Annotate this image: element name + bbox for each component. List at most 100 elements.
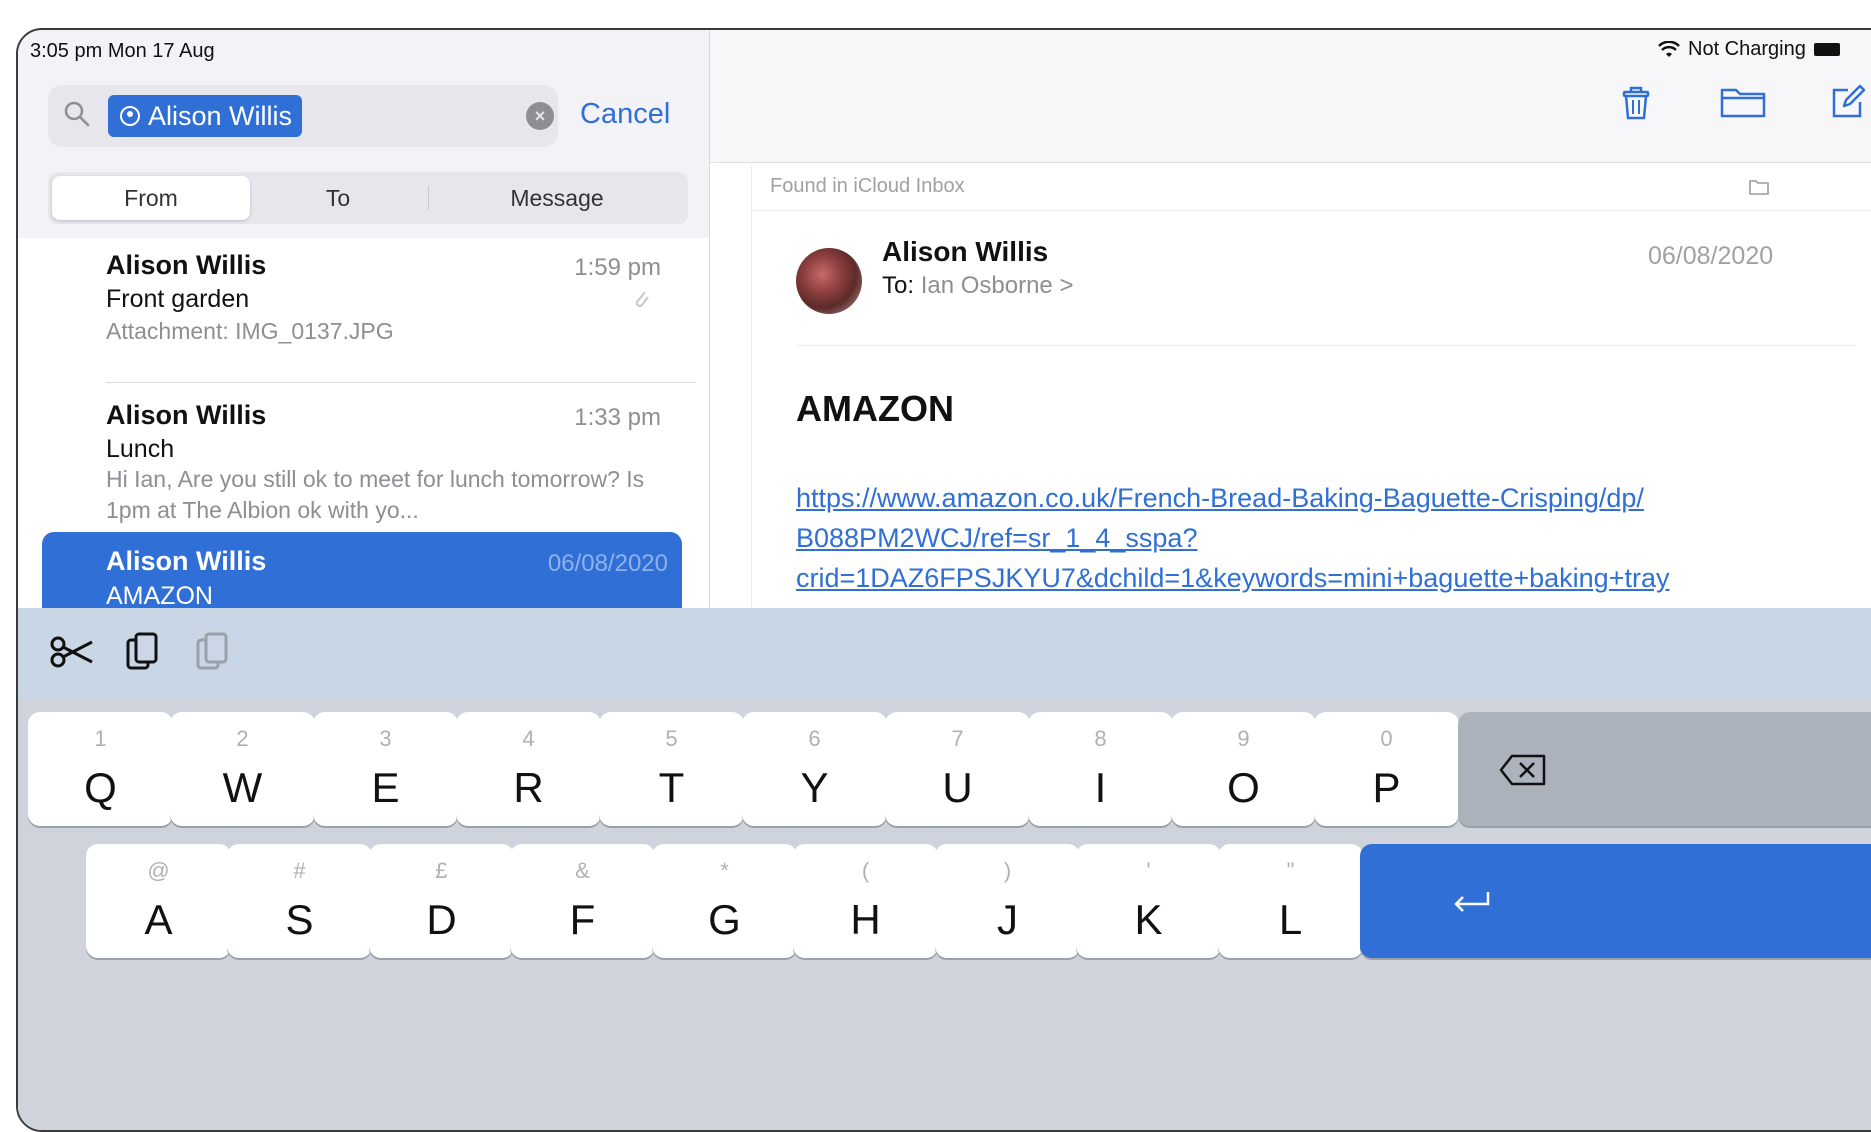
mail-recipients[interactable]: To: Ian Osborne > [882,272,1073,300]
key-p[interactable]: 0 P [1314,712,1459,826]
key-o[interactable]: 9 O [1171,712,1316,826]
key-label: T [658,764,685,811]
key-w[interactable]: 2 W [170,712,315,826]
scope-to[interactable]: To [254,176,422,220]
message-sender: Alison Willis [106,400,267,430]
key-r[interactable]: 4 R [456,712,601,826]
key-alt-label: 0 [1380,726,1393,751]
folder-small-icon[interactable] [1748,178,1770,196]
key-k[interactable]: ' K [1076,844,1221,958]
key-q[interactable]: 1 Q [28,712,173,826]
on-screen-keyboard: 1 Q 2 W 3 E 4 R 5 T 6 Y 7 U 8 I 9 O 0 P … [18,608,1871,1130]
key-alt-label: 5 [665,726,678,751]
key-label: Y [800,764,829,811]
row-divider [106,382,696,383]
sender-avatar[interactable] [796,248,862,314]
key-alt-label: # [293,858,306,883]
key-alt-label: 9 [1237,726,1250,751]
link-line: https://www.amazon.co.uk/French-Bread-Ba… [796,483,1644,513]
cancel-button[interactable]: Cancel [580,98,670,131]
message-sender: Alison Willis [106,546,267,576]
message-preview: Hi Ian, Are you still ok to meet for lun… [106,466,645,523]
key-a[interactable]: @ A [86,844,231,958]
message-row[interactable]: Alison Willis 1:33 pm Lunch Hi Ian, Are … [18,390,709,530]
header-divider [796,345,1856,346]
key-label: P [1372,764,1401,811]
key-label: G [708,896,741,943]
mail-sender[interactable]: Alison Willis [882,236,1048,268]
found-in-mailbox: Found in iCloud Inbox [770,175,965,197]
message-subject: AMAZON [106,582,213,610]
compose-icon[interactable] [1828,82,1868,122]
status-right: Not Charging [1658,38,1840,61]
key-label: K [1134,896,1163,943]
key-s[interactable]: # S [227,844,372,958]
to-value: Ian Osborne > [920,272,1074,299]
delete-key[interactable] [1458,712,1871,826]
search-token-label: Alison Willis [148,101,293,131]
scope-message[interactable]: Message [432,176,682,220]
found-divider [751,210,1871,211]
key-label: E [371,764,400,811]
search-field[interactable]: Alison Willis × [48,85,558,147]
key-label: F [569,896,596,943]
key-l[interactable]: " L [1218,844,1363,958]
key-label: R [513,764,544,811]
contact-icon [120,106,140,126]
message-sender: Alison Willis [106,250,267,280]
key-label: J [997,896,1018,943]
key-alt-label: 6 [808,726,821,751]
key-j[interactable]: ) J [935,844,1080,958]
key-g[interactable]: * G [652,844,797,958]
backspace-icon [1499,754,1546,786]
copy-icon[interactable] [122,630,162,674]
clear-search-icon[interactable]: × [526,102,554,130]
trash-icon[interactable] [1616,82,1656,122]
to-label: To: [882,272,915,299]
key-i[interactable]: 8 I [1028,712,1173,826]
wifi-icon [1658,40,1680,57]
key-alt-label: £ [435,858,448,883]
battery-icon [1813,43,1840,56]
message-subject: Lunch [106,435,175,463]
key-alt-label: * [720,858,729,883]
cut-icon[interactable] [48,630,96,674]
key-label: Q [84,764,117,811]
key-alt-label: 8 [1094,726,1107,751]
key-alt-label: 3 [379,726,392,751]
key-u[interactable]: 7 U [885,712,1030,826]
paste-icon[interactable] [192,630,232,674]
message-preview: Attachment: IMG_0137.JPG [106,318,394,344]
key-h[interactable]: ( H [793,844,938,958]
key-e[interactable]: 3 E [313,712,458,826]
link-line: crid=1DAZ6FPSJKYU7&dchild=1&keywords=min… [796,563,1670,593]
mail-body-link[interactable]: https://www.amazon.co.uk/French-Bread-Ba… [796,478,1856,598]
key-label: U [942,764,973,811]
search-token-contact[interactable]: Alison Willis [108,95,303,137]
message-time: 06/08/2020 [547,550,668,577]
key-alt-label: 2 [236,726,249,751]
search-icon [64,101,90,127]
key-t[interactable]: 5 T [599,712,744,826]
key-label: W [222,764,263,811]
key-alt-label: 7 [951,726,964,751]
key-label: L [1278,896,1303,943]
message-time: 1:33 pm [574,404,661,431]
key-d[interactable]: £ D [369,844,514,958]
scope-from[interactable]: From [52,176,250,220]
key-y[interactable]: 6 Y [742,712,887,826]
battery-status-text: Not Charging [1688,38,1806,60]
key-label: H [850,896,881,943]
key-label: I [1094,764,1107,811]
key-alt-label: @ [147,858,170,883]
key-alt-label: & [575,858,590,883]
mail-subject: AMAZON [796,388,954,429]
keyboard-shortcut-bar [18,608,1871,698]
ipad-screen: 3:05 pm Mon 17 Aug Alison Willis × Cance… [16,28,1871,1132]
return-key[interactable] [1360,844,1871,958]
key-f[interactable]: & F [510,844,655,958]
folder-icon[interactable] [1718,82,1768,122]
status-time-date: 3:05 pm Mon 17 Aug [30,40,215,62]
message-row[interactable]: Alison Willis 1:59 pm Front garden Attac… [18,238,709,388]
key-label: D [426,896,457,943]
